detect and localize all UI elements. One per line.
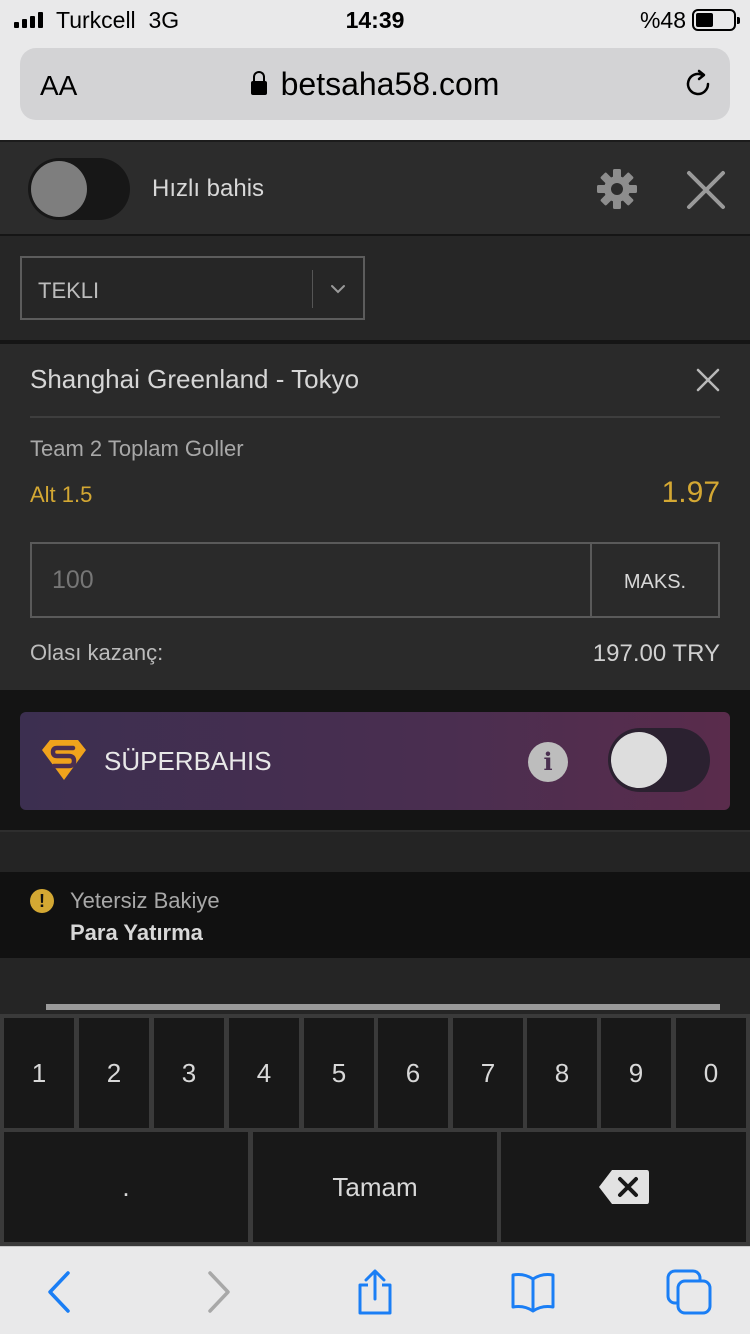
stake-input[interactable]: 100 MAKS. xyxy=(30,542,720,618)
key-4[interactable]: 4 xyxy=(229,1018,299,1128)
key-label: 4 xyxy=(256,1058,272,1088)
superbet-toggle[interactable] xyxy=(608,728,710,792)
key-5[interactable]: 5 xyxy=(304,1018,374,1128)
done-key[interactable]: Tamam xyxy=(253,1132,497,1242)
stake-amount: 100 xyxy=(52,566,94,594)
key-9[interactable]: 9 xyxy=(601,1018,671,1128)
remove-selection-icon[interactable] xyxy=(694,366,722,394)
match-name: Shanghai Greenland - Tokyo xyxy=(30,364,360,394)
key-0[interactable]: 0 xyxy=(676,1018,746,1128)
tabs-icon[interactable] xyxy=(666,1269,712,1315)
insufficient-balance-notice: ! Yetersiz Bakiye Para Yatırma xyxy=(0,872,750,958)
select-divider xyxy=(312,270,313,308)
spacer-band xyxy=(0,958,750,1014)
browser-address-area: AA betsaha58.com xyxy=(0,40,750,140)
key-label: Tamam xyxy=(332,1172,418,1202)
spacer-band xyxy=(0,830,750,872)
scroll-indicator xyxy=(46,1004,720,1010)
odds-value: 1.97 xyxy=(661,476,720,509)
reload-icon[interactable] xyxy=(682,68,714,100)
toggle-knob xyxy=(31,161,87,217)
key-label: 9 xyxy=(628,1058,644,1088)
address-bar[interactable]: AA betsaha58.com xyxy=(20,48,730,120)
market-name: Team 2 Toplam Goller xyxy=(30,436,244,461)
key-label: 7 xyxy=(480,1058,496,1088)
gear-icon[interactable] xyxy=(596,168,638,210)
potential-win-label: Olası kazanç: xyxy=(30,640,164,665)
superbet-logo-icon xyxy=(42,740,86,780)
key-label: 5 xyxy=(331,1058,347,1088)
superbet-label: SÜPERBAHIS xyxy=(104,746,272,776)
url-text: betsaha58.com xyxy=(280,66,500,102)
key-label: 2 xyxy=(106,1058,122,1088)
key-7[interactable]: 7 xyxy=(453,1018,523,1128)
close-icon[interactable] xyxy=(684,168,728,212)
potential-win-value: 197.00 TRY xyxy=(592,640,720,667)
battery-icon xyxy=(692,9,740,31)
key-label: 0 xyxy=(703,1058,719,1088)
toggle-knob xyxy=(611,732,667,788)
selection-pick: Alt 1.5 xyxy=(30,482,93,507)
betslip-header: Hızlı bahis xyxy=(0,140,750,236)
max-stake-button[interactable]: MAKS. xyxy=(590,544,718,616)
forward-icon[interactable] xyxy=(194,1269,240,1315)
warning-icon: ! xyxy=(30,889,54,913)
backspace-key[interactable] xyxy=(501,1132,746,1242)
key-8[interactable]: 8 xyxy=(527,1018,597,1128)
share-icon[interactable] xyxy=(352,1269,398,1315)
key-label: 1 xyxy=(31,1058,47,1088)
key-decimal[interactable]: . xyxy=(4,1132,248,1242)
numeric-keypad: 1 2 3 4 5 6 7 8 9 0 . Tamam xyxy=(0,1014,750,1246)
key-label: . xyxy=(122,1172,130,1202)
insufficient-balance-text: Yetersiz Bakiye xyxy=(70,888,220,913)
bet-type-select[interactable]: TEKLI xyxy=(20,256,365,320)
divider xyxy=(30,416,720,418)
bet-selection-card: Shanghai Greenland - Tokyo Team 2 Toplam… xyxy=(0,344,750,690)
superbet-card: SÜPERBAHIS i xyxy=(20,712,730,810)
browser-toolbar xyxy=(0,1246,750,1334)
key-label: 3 xyxy=(181,1058,197,1088)
lock-icon xyxy=(250,71,267,95)
url-display[interactable]: betsaha58.com xyxy=(20,66,730,103)
status-bar: Turkcell 3G 14:39 %48 xyxy=(0,0,750,40)
bookmarks-icon[interactable] xyxy=(510,1269,556,1315)
key-6[interactable]: 6 xyxy=(378,1018,448,1128)
key-2[interactable]: 2 xyxy=(79,1018,149,1128)
quick-bet-toggle[interactable] xyxy=(28,158,130,220)
info-icon[interactable]: i xyxy=(528,742,568,782)
clock: 14:39 xyxy=(345,7,405,33)
key-3[interactable]: 3 xyxy=(154,1018,224,1128)
deposit-link[interactable]: Para Yatırma xyxy=(70,920,203,946)
battery-percentage: %48 xyxy=(639,7,686,33)
quick-bet-label: Hızlı bahis xyxy=(152,175,265,202)
bet-type-area: TEKLI xyxy=(0,236,750,344)
bet-type-value: TEKLI xyxy=(38,278,100,303)
superbet-area: SÜPERBAHIS i xyxy=(0,690,750,830)
chevron-down-icon xyxy=(331,285,345,294)
backspace-icon xyxy=(598,1170,649,1204)
back-icon[interactable] xyxy=(38,1269,84,1315)
key-label: 6 xyxy=(405,1058,421,1088)
key-1[interactable]: 1 xyxy=(4,1018,74,1128)
key-label: 8 xyxy=(554,1058,570,1088)
